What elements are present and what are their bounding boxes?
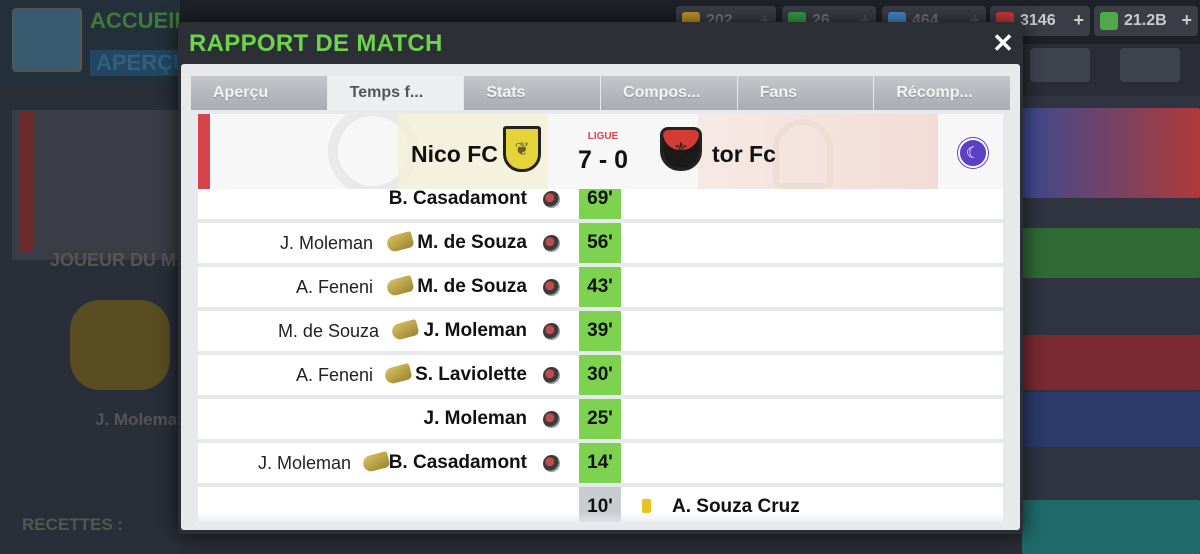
boot-icon	[385, 230, 415, 254]
assist-name: J. Moleman	[257, 453, 351, 473]
event-minute: 69'	[579, 189, 621, 219]
match-report-modal: RAPPORT DE MATCH ✕ Aperçu Temps f... Sta…	[178, 22, 1023, 534]
tab-overview[interactable]: Aperçu	[191, 76, 327, 110]
accent-bar	[198, 114, 210, 189]
plus-icon[interactable]: +	[1073, 10, 1084, 31]
resource-value: 21.2B	[1124, 12, 1167, 29]
event-row: J. Moleman 25'	[198, 399, 1003, 439]
right-blue-card[interactable]	[1022, 392, 1200, 447]
left-strip	[20, 112, 34, 252]
boot-icon	[385, 274, 415, 298]
ball-icon	[543, 411, 560, 428]
player-of-match-label: JOUEUR DU M...	[50, 250, 192, 270]
boot-icon	[383, 362, 413, 386]
tab-fans[interactable]: Fans	[737, 76, 874, 110]
away-team-name: tor Fc	[712, 141, 776, 167]
scorer-name: S. Laviolette	[415, 364, 527, 385]
scorer-name: M. de Souza	[417, 276, 527, 297]
right-button-1[interactable]	[1030, 48, 1090, 82]
right-green-card[interactable]	[1022, 228, 1200, 278]
event-minute: 43'	[579, 267, 621, 307]
assist-name: M. de Souza	[277, 321, 379, 341]
trophy-icon	[70, 300, 170, 390]
event-minute: 39'	[579, 311, 621, 351]
resource-value: 3146	[1020, 12, 1056, 29]
money-icon	[1100, 12, 1118, 30]
assist-name: J. Moleman	[279, 233, 373, 253]
receipts-label: RECETTES :	[22, 515, 124, 534]
club-avatar[interactable]	[12, 8, 82, 72]
event-timeline: B. Casadamont 69' J. Moleman M. de Souza…	[198, 189, 1003, 522]
assist-name: A. Feneni	[295, 365, 373, 385]
tab-timeline[interactable]: Temps f...	[327, 76, 464, 110]
ball-icon	[543, 191, 560, 208]
home-header: ACCUEIL APERÇU	[0, 0, 195, 88]
left-card	[12, 110, 180, 260]
event-row: B. Casadamont 69'	[198, 189, 1003, 219]
event-minute: 14'	[579, 443, 621, 483]
scorer-name: J. Moleman	[423, 320, 527, 341]
tab-rewards[interactable]: Récomp...	[874, 76, 1011, 110]
plus-icon[interactable]: +	[1181, 10, 1192, 31]
home-crest-icon: ❦	[503, 126, 541, 172]
event-row: A. Feneni M. de Souza 43'	[198, 267, 1003, 307]
player-of-match-name: J. Molema...	[95, 410, 192, 429]
right-promo[interactable]	[1022, 108, 1200, 198]
event-row: M. de Souza J. Moleman 39'	[198, 311, 1003, 351]
right-button-2[interactable]	[1120, 48, 1180, 82]
scorer-name: B. Casadamont	[388, 452, 527, 473]
ball-icon	[543, 235, 560, 252]
tab-stats[interactable]: Stats	[464, 76, 601, 110]
ball-icon	[543, 455, 560, 472]
home-title: ACCUEIL	[90, 8, 188, 33]
boot-icon	[361, 450, 391, 474]
scorer-name: M. de Souza	[417, 232, 527, 253]
competition-label: LIGUE	[587, 131, 619, 142]
event-row: J. Moleman M. de Souza 56'	[198, 223, 1003, 263]
modal-content: Aperçu Temps f... Stats Compos... Fans R…	[181, 64, 1020, 530]
event-minute: 56'	[579, 223, 621, 263]
ai-style-icon[interactable]: ☾	[958, 138, 988, 168]
assist-name: A. Feneni	[295, 277, 373, 297]
tab-bar: Aperçu Temps f... Stats Compos... Fans R…	[191, 76, 1011, 110]
event-row: A. Feneni S. Laviolette 30'	[198, 355, 1003, 395]
tab-lineups[interactable]: Compos...	[601, 76, 737, 110]
yellow-card-icon	[642, 499, 651, 513]
modal-title: RAPPORT DE MATCH	[189, 30, 443, 57]
scroll-fade	[198, 512, 1003, 526]
score-header: Nico FC ❦ LIGUE 7 - 0 ⚜ tor Fc ☾	[198, 114, 1003, 189]
resource-money[interactable]: 21.2B +	[1094, 6, 1198, 36]
scorer-name: J. Moleman	[423, 408, 527, 429]
right-teal-card[interactable]	[1022, 500, 1200, 554]
close-button[interactable]: ✕	[990, 30, 1016, 56]
fleur-de-lis-decoration	[773, 119, 833, 189]
event-row: J. Moleman B. Casadamont 14'	[198, 443, 1003, 483]
ball-icon	[543, 279, 560, 296]
boot-icon	[390, 318, 420, 342]
event-minute: 30'	[579, 355, 621, 395]
away-crest-icon: ⚜	[660, 127, 702, 171]
match-score: 7 - 0	[577, 146, 629, 174]
scorer-name: B. Casadamont	[388, 189, 527, 209]
ball-icon	[543, 323, 560, 340]
home-team-name: Nico FC	[411, 141, 498, 167]
right-red-card[interactable]	[1022, 335, 1200, 390]
ball-icon	[543, 367, 560, 384]
event-minute: 25'	[579, 399, 621, 439]
